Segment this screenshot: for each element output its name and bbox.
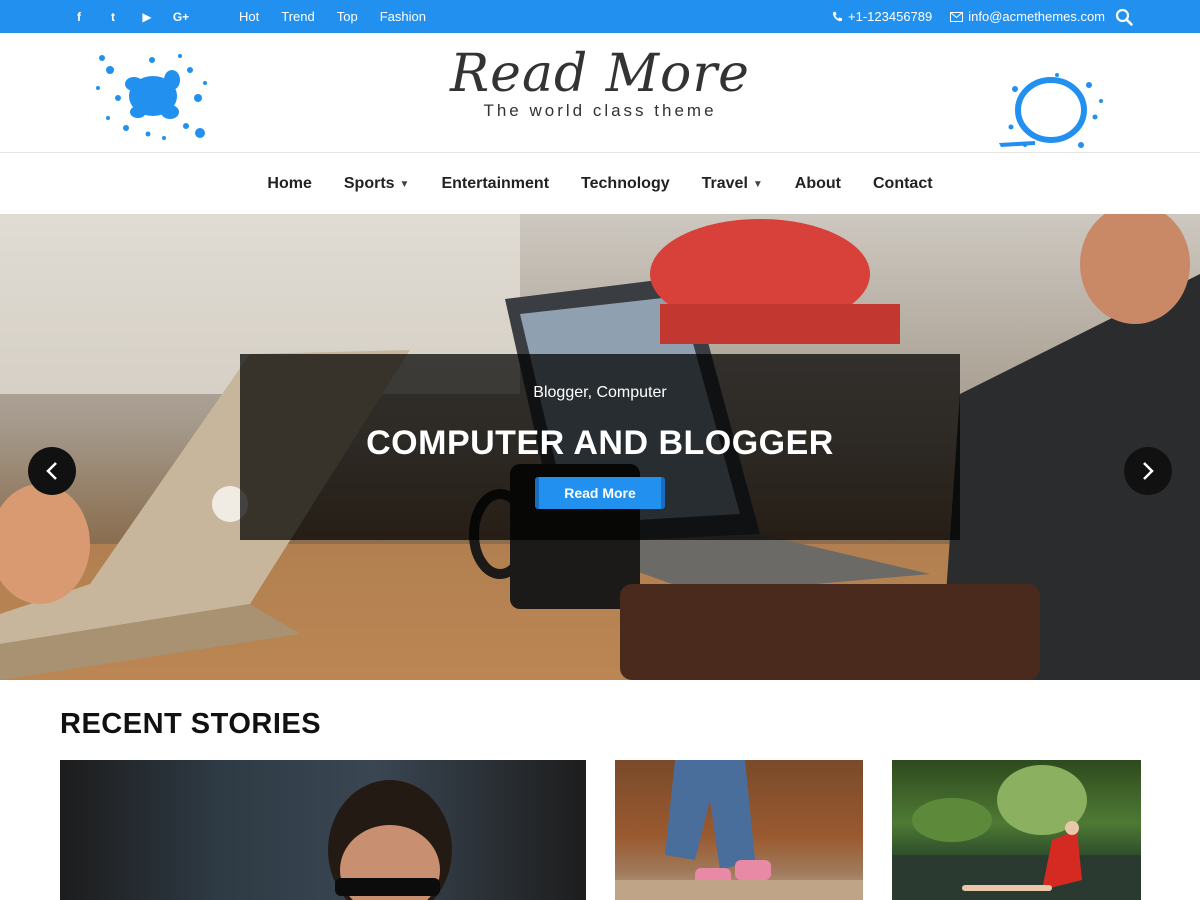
- phone-contact[interactable]: +1-123456789: [832, 9, 932, 24]
- nav-item-home[interactable]: Home: [267, 175, 311, 193]
- googleplus-icon[interactable]: G+: [164, 10, 198, 24]
- search-icon: [1115, 8, 1133, 26]
- top-link-top[interactable]: Top: [337, 9, 358, 24]
- recent-stories-heading: RECENT STORIES: [60, 708, 322, 740]
- nav-item-travel[interactable]: Travel ▼: [702, 175, 763, 193]
- story-photo-man-sunglasses: [328, 780, 452, 900]
- nav-item-contact[interactable]: Contact: [873, 175, 933, 193]
- slide-caption: Blogger, Computer COMPUTER AND BLOGGER R…: [240, 354, 960, 540]
- story-card-image[interactable]: [892, 760, 1141, 900]
- top-link-hot[interactable]: Hot: [239, 9, 259, 24]
- nav-label: Technology: [581, 175, 670, 192]
- slider-next-button[interactable]: [1124, 447, 1172, 495]
- chevron-right-icon: [1143, 462, 1154, 480]
- top-bar: f t ▶ G+ Hot Trend Top Fashion +1-123456…: [0, 0, 1200, 33]
- site-header: Read More The world class theme: [0, 33, 1200, 153]
- nav-label: Sports: [343, 175, 395, 192]
- phone-icon: [832, 11, 843, 22]
- top-links: Hot Trend Top Fashion: [228, 0, 437, 33]
- chevron-down-icon: ▼: [399, 178, 410, 190]
- chevron-left-icon: [46, 462, 57, 480]
- email-contact[interactable]: info@acmethemes.com: [950, 9, 1105, 24]
- facebook-icon[interactable]: f: [62, 10, 96, 24]
- nav-label: Entertainment: [441, 175, 550, 192]
- nav-label: Contact: [873, 175, 933, 192]
- contact-info: +1-123456789 info@acmethemes.com: [814, 0, 1138, 33]
- nav-item-entertainment[interactable]: Entertainment: [441, 175, 549, 193]
- nav-label: Travel: [701, 175, 748, 192]
- story-photo-jeans-sneakers: [615, 760, 863, 900]
- slide-title[interactable]: COMPUTER AND BLOGGER: [240, 424, 960, 463]
- social-links: f t ▶ G+: [62, 0, 198, 33]
- read-more-button[interactable]: Read More: [535, 477, 665, 509]
- nav-item-sports[interactable]: Sports ▼: [344, 175, 410, 193]
- youtube-icon[interactable]: ▶: [130, 10, 164, 24]
- hero-slider[interactable]: Blogger, Computer COMPUTER AND BLOGGER R…: [0, 214, 1200, 680]
- chevron-down-icon: ▼: [752, 178, 763, 190]
- ink-ring-decoration: [999, 73, 1103, 148]
- top-link-trend[interactable]: Trend: [281, 9, 314, 24]
- twitter-icon[interactable]: t: [96, 10, 130, 24]
- story-card-image[interactable]: [60, 760, 586, 900]
- envelope-icon: [950, 11, 964, 22]
- top-link-fashion[interactable]: Fashion: [380, 9, 426, 24]
- nav-label: About: [794, 175, 841, 192]
- email-address: info@acmethemes.com: [968, 9, 1105, 24]
- story-photo-woman-red-dress: [892, 765, 1141, 900]
- story-card-image[interactable]: [615, 760, 863, 900]
- nav-label: Home: [267, 175, 312, 192]
- slider-prev-button[interactable]: [28, 447, 76, 495]
- main-navigation: Home Sports ▼ Entertainment Technology Tr…: [0, 154, 1200, 214]
- nav-item-about[interactable]: About: [795, 175, 841, 193]
- slide-category[interactable]: Blogger, Computer: [240, 384, 960, 402]
- nav-item-technology[interactable]: Technology: [581, 175, 670, 193]
- search-button[interactable]: [1115, 8, 1138, 26]
- phone-number: +1-123456789: [848, 9, 933, 24]
